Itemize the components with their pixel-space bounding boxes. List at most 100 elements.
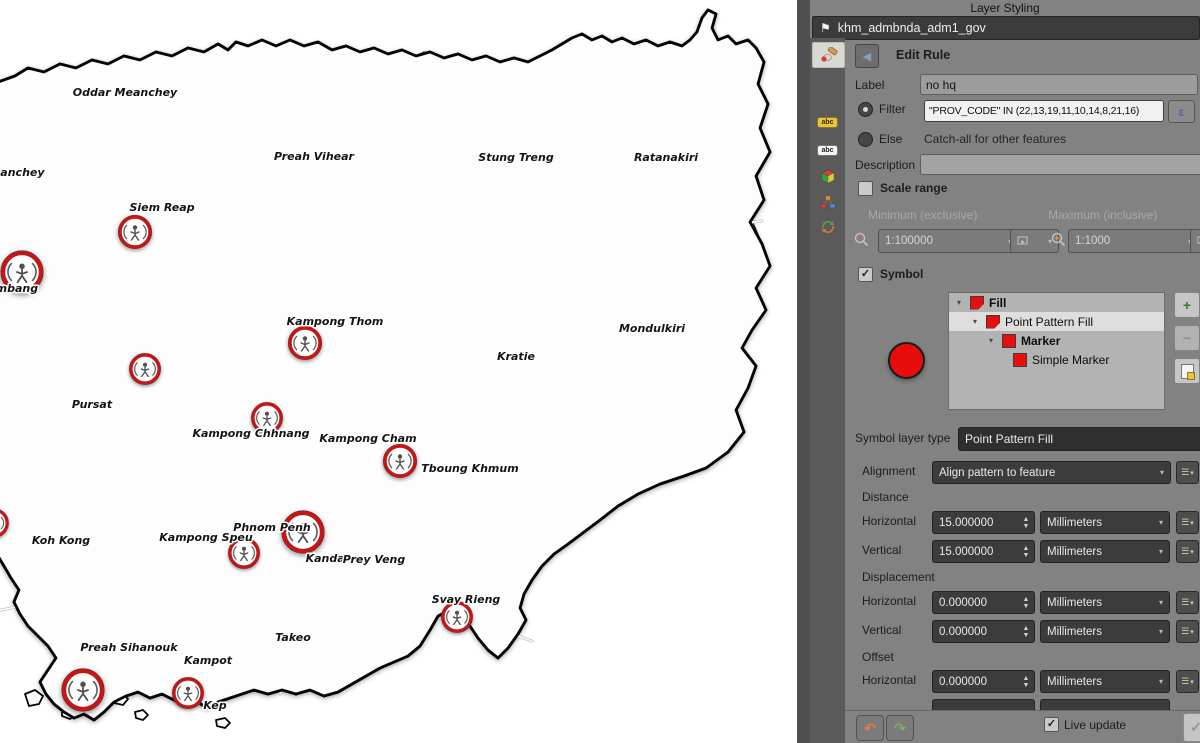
- offset-horizontal-spinbox[interactable]: 0.000000 ▲▼: [932, 670, 1035, 693]
- duplicate-icon: [1181, 364, 1194, 379]
- province-label: Stung Treng: [478, 151, 554, 164]
- displacement-horizontal-unit-combo[interactable]: Millimeters ▾: [1040, 591, 1170, 614]
- distance-vertical-unit-combo[interactable]: Millimeters ▾: [1040, 540, 1170, 563]
- displacement-vertical-spinbox[interactable]: 0.000000 ▲▼: [932, 620, 1035, 643]
- tree-item-point-pattern-fill[interactable]: ▾ Point Pattern Fill: [949, 312, 1164, 331]
- duplicate-symbol-layer-button[interactable]: [1174, 358, 1200, 384]
- maximum-scale-combo[interactable]: 1:1000 ▾: [1068, 229, 1199, 253]
- province-label: Battambang: [0, 282, 38, 295]
- distance-title: Distance: [862, 490, 909, 504]
- displacement-horizontal-spinbox[interactable]: 0.000000 ▲▼: [932, 591, 1035, 614]
- spin-value: 0.000000: [939, 676, 987, 688]
- offset-horizontal-unit-combo[interactable]: Millimeters ▾: [1040, 670, 1170, 693]
- hq-marker-icon: [173, 678, 204, 709]
- zoom-out-icon: [853, 231, 871, 249]
- data-defined-override-button[interactable]: ☰▾: [1176, 461, 1199, 484]
- symbol-checkbox[interactable]: ✓: [858, 267, 873, 282]
- spinner-arrows-icon[interactable]: ▲▼: [1020, 542, 1032, 561]
- displacement-horizontal-label: Horizontal: [862, 594, 916, 608]
- panel-title: Layer Styling: [810, 1, 1200, 15]
- distance-vertical-label: Vertical: [862, 543, 901, 557]
- diagram-icon: [820, 194, 836, 210]
- spinner-arrows-icon[interactable]: ▲▼: [1020, 593, 1032, 612]
- else-radio[interactable]: [858, 132, 873, 147]
- tree-item-label: Point Pattern Fill: [1005, 315, 1093, 329]
- tab-masks[interactable]: abc: [812, 138, 843, 162]
- add-symbol-layer-button[interactable]: +: [1174, 292, 1200, 318]
- displacement-vertical-unit-combo[interactable]: Millimeters ▾: [1040, 620, 1170, 643]
- country-border: [0, 10, 770, 720]
- province-label: Kampong Cham: [319, 432, 416, 445]
- province-label: Koh Kong: [32, 534, 90, 547]
- scale-range-checkbox[interactable]: [858, 181, 873, 196]
- history-icon: [820, 219, 836, 235]
- label-input[interactable]: no hq: [920, 74, 1198, 95]
- description-input[interactable]: [920, 154, 1200, 175]
- layer-styling-panel: Layer Styling ⚑ khm_admbnda_adm1_gov abc…: [810, 0, 1200, 743]
- panel-splitter[interactable]: [797, 0, 811, 743]
- tab-diagrams[interactable]: [812, 190, 843, 214]
- dropdown-icon: ▾: [1155, 518, 1163, 527]
- redo-button[interactable]: ↷: [886, 715, 914, 741]
- tab-symbology[interactable]: [812, 42, 845, 68]
- tab-history[interactable]: [812, 215, 843, 239]
- tree-item-label: Simple Marker: [1032, 353, 1109, 367]
- tree-item-marker[interactable]: ▾ Marker: [949, 331, 1164, 350]
- map-canvas[interactable]: Oddar MeancheyBanteay MeancheySiem ReapP…: [0, 0, 797, 743]
- scale-range-caption: Scale range: [880, 181, 947, 195]
- tab-3d-view[interactable]: [812, 165, 843, 189]
- remove-symbol-layer-button[interactable]: −: [1174, 325, 1200, 351]
- symbol-layers-tree: ▾ Fill ▾ Point Pattern Fill ▾ Marker Sim…: [948, 292, 1165, 410]
- distance-vertical-spinbox[interactable]: 15.000000 ▲▼: [932, 540, 1035, 563]
- hq-marker-icon: [288, 326, 321, 359]
- province-label: Kratie: [497, 350, 535, 363]
- spin-value: 15.000000: [939, 517, 993, 529]
- province-label: Svay Rieng: [432, 593, 501, 606]
- else-caption: Else: [879, 132, 902, 146]
- back-button[interactable]: ◀: [855, 44, 879, 68]
- province-label: Siem Reap: [129, 201, 194, 214]
- alignment-combo[interactable]: Align pattern to feature ▾: [932, 461, 1171, 484]
- remove-icon: −: [1183, 330, 1191, 346]
- filter-caption: Filter: [879, 102, 906, 116]
- hq-marker-icon: [383, 444, 416, 477]
- labels-icon: abc: [817, 117, 837, 128]
- layer-polygon-icon: ⚑: [820, 21, 831, 35]
- spin-value: 0.000000: [939, 597, 987, 609]
- distance-horizontal-unit-combo[interactable]: Millimeters ▾: [1040, 511, 1170, 534]
- expression-builder-button[interactable]: ε: [1168, 100, 1195, 123]
- province-label: Kampong Thom: [287, 315, 384, 328]
- layer-selector[interactable]: ⚑ khm_admbnda_adm1_gov: [812, 16, 1200, 40]
- data-defined-override-button[interactable]: ☰▾: [1176, 670, 1199, 693]
- spinner-arrows-icon[interactable]: ▲▼: [1020, 622, 1032, 641]
- tree-item-simple-marker[interactable]: Simple Marker: [949, 350, 1164, 369]
- data-defined-override-button[interactable]: ☰▾: [1176, 540, 1199, 563]
- filter-radio[interactable]: [858, 102, 873, 117]
- distance-horizontal-spinbox[interactable]: 15.000000 ▲▼: [932, 511, 1035, 534]
- spinner-arrows-icon[interactable]: ▲▼: [1020, 672, 1032, 691]
- hq-marker-icon: [62, 669, 104, 711]
- label-value: no hq: [926, 78, 956, 92]
- spin-value: 15.000000: [939, 546, 993, 558]
- qgis-window: Oddar MeancheyBanteay MeancheySiem ReapP…: [0, 0, 1200, 743]
- dropdown-icon: ▾: [1155, 547, 1163, 556]
- spinner-arrows-icon[interactable]: ▲▼: [1020, 513, 1032, 532]
- live-update-checkbox[interactable]: ✓: [1044, 717, 1059, 732]
- minimum-scale-combo[interactable]: 1:100000 ▾: [878, 229, 1019, 253]
- hq-marker-icon: [130, 354, 161, 385]
- label-caption: Label: [855, 78, 884, 92]
- set-max-from-canvas-button[interactable]: [1190, 229, 1200, 253]
- province-label: Preah Vihear: [274, 150, 354, 163]
- undo-button[interactable]: ↶: [856, 715, 884, 741]
- data-defined-override-button[interactable]: ☰▾: [1176, 511, 1199, 534]
- add-icon: +: [1183, 297, 1191, 313]
- data-defined-override-button[interactable]: ☰▾: [1176, 591, 1199, 614]
- apply-button[interactable]: ✓: [1183, 713, 1200, 742]
- province-label: Preah Sihanouk: [80, 641, 178, 654]
- filter-expression-input[interactable]: "PROV_CODE" IN (22,13,19,11,10,14,8,21,1…: [924, 100, 1164, 122]
- unit-value: Millimeters: [1047, 517, 1102, 529]
- tree-item-fill[interactable]: ▾ Fill: [949, 293, 1164, 312]
- data-defined-override-button[interactable]: ☰▾: [1176, 620, 1199, 643]
- tab-labels[interactable]: abc: [812, 110, 843, 134]
- symbol-layer-type-combo[interactable]: Point Pattern Fill: [958, 427, 1200, 451]
